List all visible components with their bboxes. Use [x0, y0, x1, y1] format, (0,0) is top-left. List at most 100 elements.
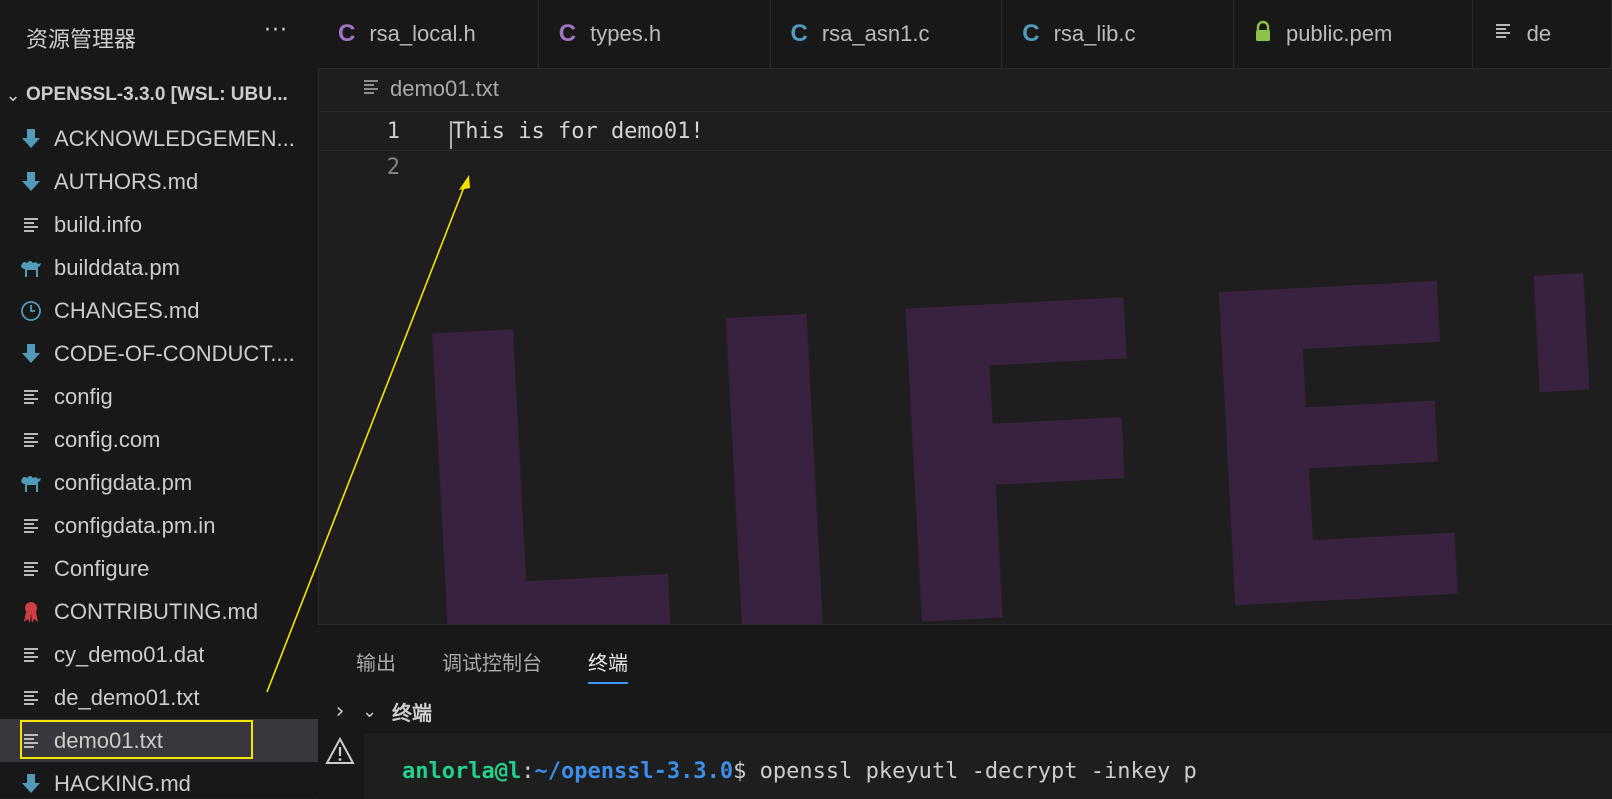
text-lines-icon — [18, 427, 44, 453]
file-name: demo01.txt — [54, 727, 163, 753]
file-name: configdata.pm.in — [54, 512, 216, 538]
file-name: ACKNOWLEDGEMEN... — [54, 125, 295, 151]
perl-camel-icon — [18, 255, 44, 281]
editor-tab[interactable]: Crsa_local.h — [318, 0, 539, 68]
prompt-user: anlorla@l — [402, 759, 522, 784]
terminal-section-header[interactable]: › ⌄ 终端 — [318, 689, 1612, 733]
text-lines-icon — [18, 685, 44, 711]
editor-tab-label: types.h — [590, 21, 662, 46]
text-lines-icon — [18, 728, 44, 754]
project-folder-header[interactable]: ⌄ OPENSSL-3.3.0 [WSL: UBU... — [0, 76, 318, 114]
terminal-output[interactable]: anlorla@l:~/openssl-3.3.0$ openssl pkeyu… — [364, 733, 1612, 799]
text-lines-icon — [18, 384, 44, 410]
file-tree-item[interactable]: CONTRIBUTING.md — [0, 590, 318, 633]
panel-tab-terminal[interactable]: 终端 — [588, 647, 628, 684]
c-language-icon: C — [558, 20, 577, 47]
editor-line[interactable]: 2 — [318, 148, 1612, 186]
editor-tab-label: de — [1526, 21, 1552, 46]
clock-icon — [18, 298, 44, 324]
c-language-icon: C — [338, 20, 356, 47]
ribbon-icon — [18, 599, 44, 625]
text-lines-icon — [18, 212, 44, 238]
text-lines-icon — [18, 642, 44, 668]
file-name: config — [54, 383, 113, 409]
panel-tab-debug-console[interactable]: 调试控制台 — [442, 647, 542, 684]
breadcrumb-file: demo01.txt — [390, 76, 499, 101]
terminal-title: 终端 — [392, 700, 432, 725]
file-name: CHANGES.md — [54, 297, 200, 323]
markdown-download-icon — [18, 771, 44, 797]
code-editor[interactable]: 1 This is for demo01! 2 — [318, 110, 1612, 622]
file-tree-item[interactable]: CHANGES.md — [0, 289, 318, 332]
editor-tab-label: public.pem — [1285, 21, 1393, 46]
file-name: de_demo01.txt — [54, 684, 200, 710]
file-tree-item[interactable]: de_demo01.txt — [0, 676, 318, 719]
file-tree-item[interactable]: AUTHORS.md — [0, 160, 318, 203]
file-tree-item[interactable]: config — [0, 375, 318, 418]
editor-tab-bar: Crsa_local.h Ctypes.h Crsa_asn1.c Crsa_lib.… — [318, 0, 1612, 69]
text-cursor — [450, 120, 452, 149]
editor-tab[interactable]: Crsa_lib.c — [1002, 0, 1234, 68]
file-name: cy_demo01.dat — [54, 641, 205, 667]
warning-icon[interactable] — [324, 735, 356, 771]
editor-tab[interactable]: Crsa_asn1.c — [771, 0, 1003, 68]
file-tree-item[interactable]: CODE-OF-CONDUCT.... — [0, 332, 318, 375]
editor-tab-label: rsa_asn1.c — [821, 21, 930, 46]
chevron-right-icon[interactable]: › — [318, 699, 362, 724]
line-number: 2 — [386, 154, 400, 180]
perl-camel-icon — [18, 470, 44, 496]
breadcrumb[interactable]: demo01.txt — [362, 76, 499, 102]
c-language-icon: C — [790, 20, 808, 47]
file-tree-item[interactable]: HACKING.md — [0, 762, 318, 798]
chevron-down-icon: ⌄ — [5, 84, 21, 106]
c-language-icon: C — [1022, 20, 1040, 47]
file-tree-item[interactable]: cy_demo01.dat — [0, 633, 318, 676]
file-tree-item[interactable]: config.com — [0, 418, 318, 461]
editor-line[interactable]: 1 This is for demo01! — [318, 111, 1612, 151]
panel-tabs: 输出 调试控制台 终端 — [356, 647, 628, 684]
markdown-download-icon — [18, 169, 44, 195]
markdown-download-icon — [18, 126, 44, 152]
panel-tab-output[interactable]: 输出 — [356, 647, 396, 684]
line-text[interactable]: This is for demo01! — [450, 119, 704, 149]
text-lines-icon — [18, 556, 44, 582]
explorer-title: 资源管理器 — [26, 28, 137, 53]
prompt-path: ~/openssl-3.3.0 — [534, 759, 734, 784]
lock-icon — [1254, 20, 1272, 49]
editor-tab-label: rsa_lib.c — [1053, 21, 1136, 46]
editor-tab[interactable]: de — [1473, 0, 1612, 68]
markdown-download-icon — [18, 341, 44, 367]
bottom-panel: 输出 调试控制台 终端 › ⌄ 终端 anlorla@l:~/openssl-3… — [318, 624, 1612, 799]
text-lines-icon — [18, 513, 44, 539]
file-tree-item[interactable]: builddata.pm — [0, 246, 318, 289]
terminal-command: $ openssl pkeyutl -decrypt -inkey p — [733, 759, 1197, 784]
file-name: configdata.pm — [54, 469, 193, 495]
more-actions-button[interactable]: ··· — [264, 18, 288, 43]
file-name: build.info — [54, 211, 143, 237]
file-name: builddata.pm — [54, 254, 180, 280]
text-lines-icon — [362, 76, 380, 102]
editor-tab[interactable]: Ctypes.h — [539, 0, 771, 68]
file-tree-item[interactable]: Configure — [0, 547, 318, 590]
file-name: AUTHORS.md — [54, 168, 199, 194]
file-name: CODE-OF-CONDUCT.... — [54, 340, 295, 366]
chevron-down-icon: ⌄ — [362, 700, 378, 722]
file-tree-item[interactable]: demo01.txt — [0, 719, 318, 762]
explorer-sidebar: 资源管理器 ··· ⌄ OPENSSL-3.3.0 [WSL: UBU... A… — [0, 0, 319, 798]
file-tree-item[interactable]: configdata.pm — [0, 461, 318, 504]
prompt-separator: : — [521, 759, 535, 784]
line-number: 1 — [386, 118, 400, 144]
text-lines-icon — [1493, 20, 1513, 48]
file-name: CONTRIBUTING.md — [54, 598, 259, 624]
file-name: config.com — [54, 426, 161, 452]
file-tree-item[interactable]: ACKNOWLEDGEMEN... — [0, 117, 318, 160]
file-tree-item[interactable]: build.info — [0, 203, 318, 246]
file-tree-item[interactable]: configdata.pm.in — [0, 504, 318, 547]
editor-tab-label: rsa_local.h — [369, 21, 476, 46]
file-name: HACKING.md — [54, 770, 191, 796]
file-name: Configure — [54, 555, 150, 581]
editor-tab[interactable]: public.pem — [1234, 0, 1473, 68]
project-name: OPENSSL-3.3.0 [WSL: UBU... — [26, 84, 288, 105]
terminal-line: anlorla@l:~/openssl-3.3.0$ openssl pkeyu… — [402, 759, 1197, 784]
file-tree: ACKNOWLEDGEMEN... AUTHORS.md build.info bui… — [0, 117, 318, 798]
